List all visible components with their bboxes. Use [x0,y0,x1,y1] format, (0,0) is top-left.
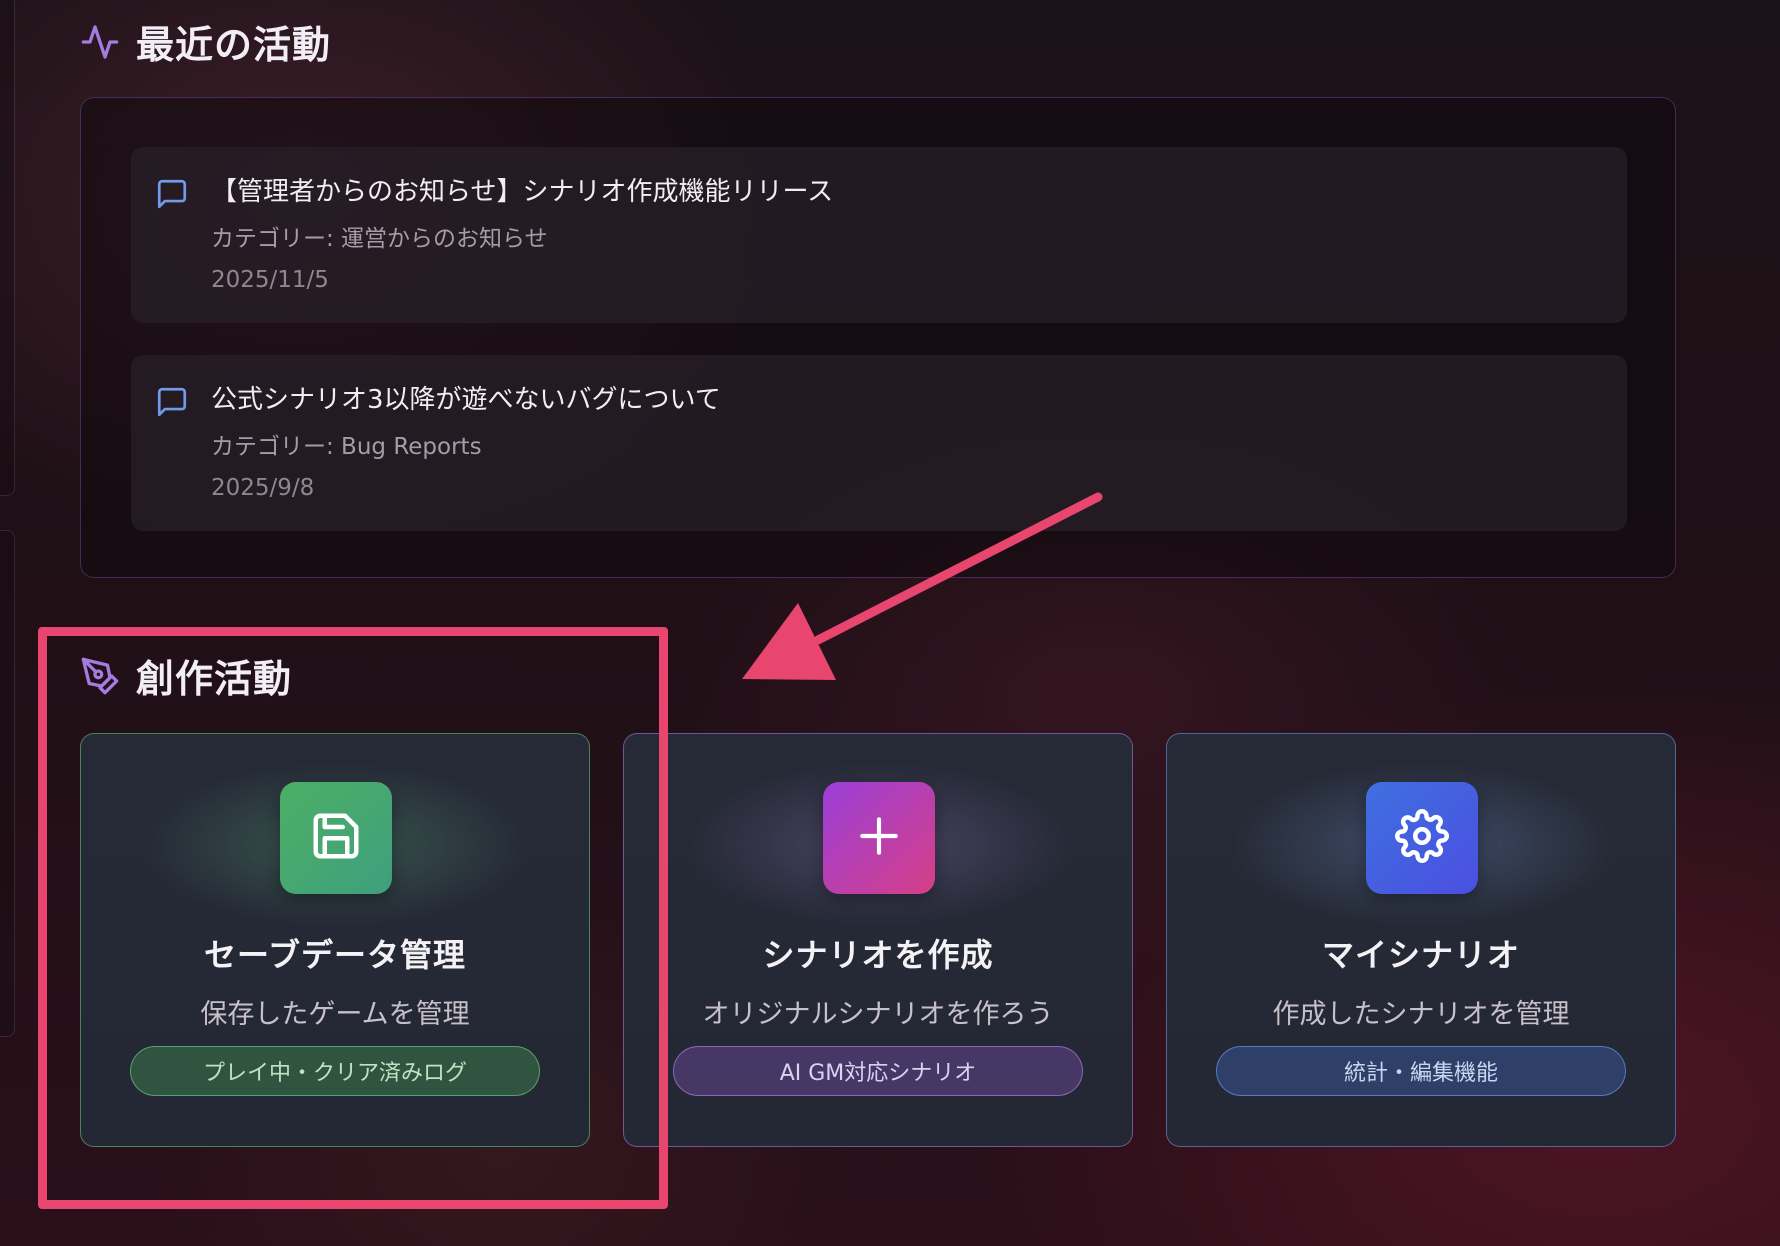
create-tile [823,782,935,894]
create-scenario-card[interactable]: シナリオを作成 オリジナルシナリオを作ろう AI GM対応シナリオ [623,733,1133,1147]
save-tile [280,782,392,894]
activity-item[interactable]: 公式シナリオ3以降が遊べないバグについて カテゴリー: Bug Reports … [131,355,1627,531]
message-icon [155,177,189,215]
save-icon [309,809,363,867]
activity-date: 2025/9/8 [211,475,315,501]
plus-icon [854,811,904,865]
activity-title: 【管理者からのお知らせ】シナリオ作成機能リリース [211,177,834,207]
card-title: マイシナリオ [1321,936,1520,974]
gear-icon [1395,809,1449,867]
creative-title: 創作活動 [136,657,293,701]
activity-item[interactable]: 【管理者からのお知らせ】シナリオ作成機能リリース カテゴリー: 運営からのお知ら… [131,147,1627,323]
creative-heading: 創作活動 [80,648,292,703]
recent-activity-panel: 【管理者からのお知らせ】シナリオ作成機能リリース カテゴリー: 運営からのお知ら… [80,97,1676,578]
card-tag: AI GM対応シナリオ [673,1046,1083,1096]
card-title: シナリオを作成 [762,936,994,974]
card-description: 作成したシナリオを管理 [1272,999,1570,1030]
card-title: セーブデータ管理 [203,936,467,974]
my-scenarios-card[interactable]: マイシナリオ 作成したシナリオを管理 統計・編集機能 [1166,733,1676,1147]
settings-tile [1366,782,1478,894]
card-tag: 統計・編集機能 [1216,1046,1626,1096]
activity-category: カテゴリー: 運営からのお知らせ [211,226,548,252]
activity-category: カテゴリー: Bug Reports [211,434,482,460]
recent-activity-title: 最近の活動 [136,23,332,67]
activity-pulse-icon [80,22,120,62]
message-icon [155,385,189,423]
card-description: オリジナルシナリオを作ろう [702,999,1054,1030]
recent-activity-heading: 最近の活動 [80,14,331,69]
card-tag: プレイ中・クリア済みログ [130,1046,540,1096]
pen-tool-icon [80,656,120,696]
sidebar-edge [0,0,15,496]
card-description: 保存したゲームを管理 [200,999,470,1030]
save-data-card[interactable]: セーブデータ管理 保存したゲームを管理 プレイ中・クリア済みログ [80,733,590,1147]
dashboard-page: 最近の活動 【管理者からのお知らせ】シナリオ作成機能リリース カテゴリー: 運営… [0,0,1780,1246]
activity-title: 公式シナリオ3以降が遊べないバグについて [211,385,721,415]
activity-date: 2025/11/5 [211,267,329,293]
sidebar-edge-lower [0,530,15,1037]
